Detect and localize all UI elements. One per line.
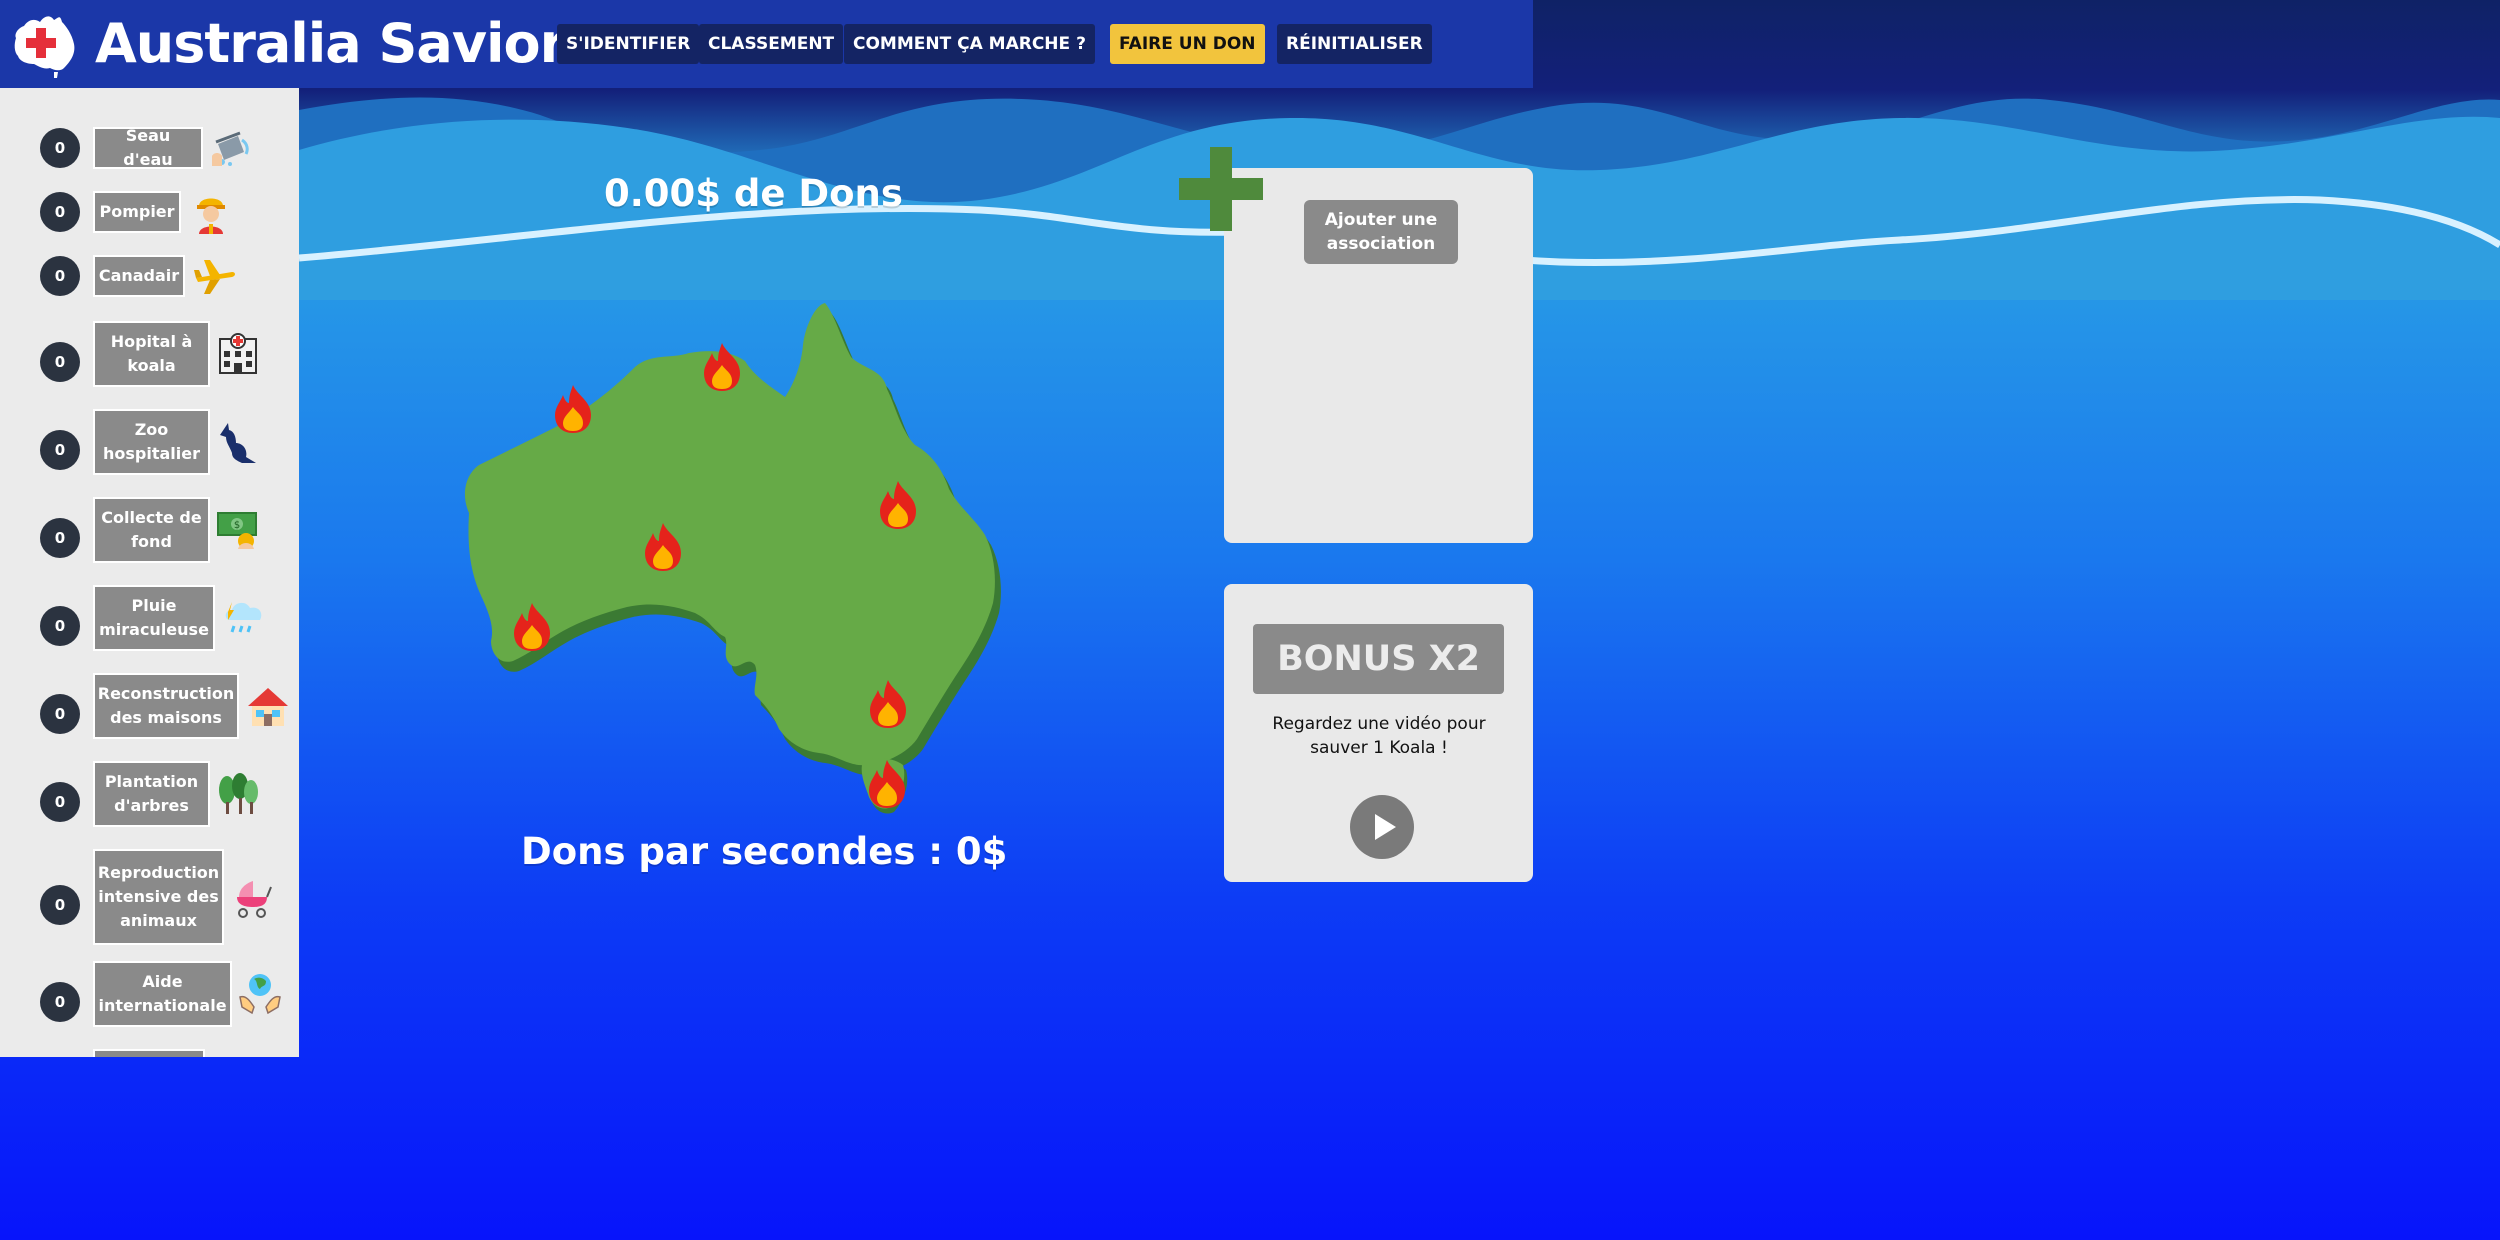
australia-map[interactable] bbox=[455, 295, 1015, 825]
svg-text:$: $ bbox=[234, 520, 240, 531]
hospital-icon bbox=[219, 333, 257, 374]
upgrade-count: 0 bbox=[40, 982, 80, 1022]
upgrade-count: 0 bbox=[40, 518, 80, 558]
add-association-button[interactable]: Ajouter une association bbox=[1304, 200, 1458, 264]
buy-canadair-button[interactable]: Canadair bbox=[93, 255, 185, 297]
top-header: Australia Savior S'IDENTIFIER CLASSEMENT… bbox=[0, 0, 1533, 88]
water-bucket-icon bbox=[212, 131, 249, 166]
globe-hands-icon bbox=[239, 974, 281, 1015]
play-video-icon[interactable] bbox=[1350, 795, 1414, 859]
buy-animal-breeding-button[interactable]: Reproduction intensive des animaux bbox=[93, 849, 224, 945]
upgrade-count: 0 bbox=[40, 782, 80, 822]
fire-icon[interactable] bbox=[704, 343, 740, 391]
association-panel: Ajouter une association bbox=[1224, 168, 1533, 543]
buy-international-aid-button[interactable]: Aide internationale bbox=[93, 961, 232, 1027]
upgrade-count: 0 bbox=[40, 885, 80, 925]
australia-cross-logo-icon bbox=[14, 16, 75, 78]
buy-miracle-rain-button[interactable]: Pluie miraculeuse bbox=[93, 585, 215, 651]
app-title: Australia Savior bbox=[95, 12, 566, 75]
firefighter-icon bbox=[197, 198, 225, 234]
buy-upgrade-button[interactable] bbox=[93, 1049, 205, 1057]
buy-fundraising-button[interactable]: Collecte de fond bbox=[93, 497, 210, 563]
login-button[interactable]: S'IDENTIFIER bbox=[557, 24, 700, 64]
trees-icon bbox=[219, 773, 258, 814]
upgrade-count: 0 bbox=[40, 128, 80, 168]
buy-water-bucket-button[interactable]: Seau d'eau bbox=[93, 126, 203, 169]
upgrade-count: 0 bbox=[40, 342, 80, 382]
stroller-icon bbox=[237, 881, 272, 918]
bonus-description: Regardez une vidéo pour sauver 1 Koala ! bbox=[1272, 714, 1486, 758]
upgrades-sidebar[interactable]: 0 Seau d'eau 0 Pompier 0 Canadair 0 Hopi… bbox=[0, 88, 299, 1057]
how-it-works-button[interactable]: COMMENT ÇA MARCHE ? bbox=[844, 24, 1095, 64]
airplane-icon bbox=[194, 260, 235, 294]
upgrade-count: 0 bbox=[40, 694, 80, 734]
buy-koala-hospital-button[interactable]: Hopital à koala bbox=[93, 321, 210, 387]
plus-icon[interactable] bbox=[1179, 147, 1263, 231]
money-icon: $ bbox=[217, 512, 257, 549]
donate-button[interactable]: FAIRE UN DON bbox=[1110, 24, 1265, 64]
upgrade-count: 0 bbox=[40, 192, 80, 232]
fire-icon[interactable] bbox=[555, 385, 591, 433]
bonus-x2-button[interactable]: BONUS X2 bbox=[1253, 624, 1504, 694]
upgrade-count: 0 bbox=[40, 256, 80, 296]
kangaroo-icon bbox=[220, 423, 256, 463]
upgrade-count: 0 bbox=[40, 606, 80, 646]
house-icon bbox=[248, 688, 288, 726]
ranking-button[interactable]: CLASSEMENT bbox=[699, 24, 844, 64]
buy-house-rebuild-button[interactable]: Reconstruction des maisons bbox=[93, 673, 239, 739]
upgrade-count: 0 bbox=[40, 430, 80, 470]
bonus-panel: BONUS X2 Regardez une vidéo pour sauver … bbox=[1224, 584, 1533, 882]
donations-total: 0.00$ de Dons bbox=[604, 172, 903, 215]
rain-cloud-icon bbox=[225, 602, 262, 633]
donations-per-second: Dons par secondes : 0$ bbox=[521, 830, 1008, 873]
buy-zoo-hospital-button[interactable]: Zoo hospitalier bbox=[93, 409, 210, 475]
buy-tree-planting-button[interactable]: Plantation d'arbres bbox=[93, 761, 210, 827]
buy-firefighter-button[interactable]: Pompier bbox=[93, 191, 181, 233]
reset-button[interactable]: RÉINITIALISER bbox=[1277, 24, 1432, 64]
